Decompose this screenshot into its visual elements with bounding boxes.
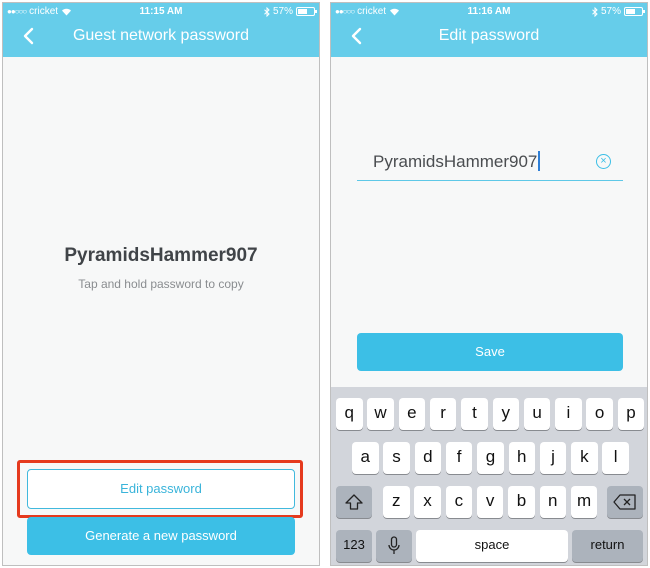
key-u[interactable]: u bbox=[523, 398, 551, 430]
key-l-label: l bbox=[613, 447, 618, 466]
password-input[interactable]: PyramidsHammer907 × bbox=[357, 145, 623, 181]
backspace-key[interactable] bbox=[607, 486, 643, 518]
space-key-label: space bbox=[474, 537, 510, 552]
key-w[interactable]: w bbox=[367, 398, 394, 430]
key-n-label: n bbox=[548, 491, 558, 510]
key-x[interactable]: x bbox=[414, 486, 441, 518]
nav-header: ●●○○○ cricket 11:15 AM 57% Guest network… bbox=[3, 3, 319, 57]
battery-icon bbox=[624, 7, 645, 16]
key-a[interactable]: a bbox=[352, 442, 379, 474]
bluetooth-icon bbox=[264, 6, 270, 17]
key-q-label: q bbox=[344, 403, 354, 422]
microphone-icon bbox=[388, 536, 400, 554]
key-g-label: g bbox=[485, 447, 496, 466]
key-r-label: r bbox=[440, 403, 446, 422]
key-p-label: p bbox=[626, 403, 636, 422]
key-y[interactable]: y bbox=[492, 398, 519, 430]
key-k-label: k bbox=[580, 447, 589, 466]
key-d-label: d bbox=[423, 447, 433, 466]
key-c[interactable]: c bbox=[445, 486, 473, 518]
key-q[interactable]: q bbox=[336, 398, 363, 430]
key-g[interactable]: g bbox=[477, 442, 504, 474]
key-k[interactable]: k bbox=[571, 442, 598, 474]
key-a-label: a bbox=[360, 447, 370, 466]
key-f[interactable]: f bbox=[445, 442, 473, 474]
key-j-label: j bbox=[551, 447, 555, 466]
return-key[interactable]: return bbox=[572, 530, 643, 562]
key-t[interactable]: t bbox=[461, 398, 488, 430]
key-c-label: c bbox=[454, 491, 464, 510]
key-m[interactable]: m bbox=[570, 486, 598, 518]
key-v-label: v bbox=[485, 491, 495, 510]
edit-password-button[interactable]: Edit password bbox=[27, 469, 295, 509]
key-m-label: m bbox=[576, 491, 592, 510]
copy-hint: Tap and hold password to copy bbox=[78, 277, 244, 291]
key-z-label: z bbox=[392, 491, 401, 510]
key-t-label: t bbox=[472, 403, 477, 422]
key-b-label: b bbox=[516, 491, 527, 510]
key-z[interactable]: z bbox=[383, 486, 410, 518]
battery-icon bbox=[296, 7, 317, 16]
key-j[interactable]: j bbox=[539, 442, 567, 474]
key-o-label: o bbox=[594, 403, 605, 422]
key-s-label: s bbox=[392, 447, 401, 466]
battery-percent: 57% bbox=[600, 6, 621, 17]
password-display[interactable]: PyramidsHammer907 bbox=[3, 245, 319, 267]
key-h-label: h bbox=[517, 447, 527, 466]
status-bar: ●●○○○ cricket 11:16 AM 57% bbox=[331, 6, 647, 20]
numbers-key[interactable]: 123 bbox=[336, 530, 372, 562]
shift-icon bbox=[345, 494, 363, 510]
save-button[interactable]: Save bbox=[357, 333, 623, 371]
key-p[interactable]: p bbox=[617, 398, 645, 430]
text-caret bbox=[538, 151, 540, 171]
key-h[interactable]: h bbox=[508, 442, 535, 474]
space-key[interactable]: space bbox=[416, 530, 568, 562]
nav-header: ●●○○○ cricket 11:16 AM 57% Edit password bbox=[331, 3, 647, 57]
page-title: Edit password bbox=[438, 27, 540, 44]
backspace-icon bbox=[613, 494, 636, 510]
return-key-label: return bbox=[590, 537, 625, 552]
key-i-label: i bbox=[566, 403, 571, 422]
key-l[interactable]: l bbox=[602, 442, 629, 474]
key-e[interactable]: e bbox=[398, 398, 426, 430]
clear-icon[interactable]: × bbox=[596, 154, 611, 169]
shift-key[interactable] bbox=[336, 486, 372, 518]
key-e-label: e bbox=[407, 403, 417, 422]
guest-password-screen: ●●○○○ cricket 11:15 AM 57% Guest network… bbox=[2, 2, 320, 566]
edit-password-screen: ●●○○○ cricket 11:16 AM 57% Edit password… bbox=[330, 2, 648, 566]
generate-password-button[interactable]: Generate a new password bbox=[27, 517, 295, 555]
key-s[interactable]: s bbox=[383, 442, 410, 474]
key-y-label: y bbox=[501, 403, 511, 422]
key-i[interactable]: i bbox=[555, 398, 582, 430]
key-w-label: w bbox=[374, 403, 387, 422]
key-v[interactable]: v bbox=[476, 486, 504, 518]
bluetooth-icon bbox=[592, 6, 598, 17]
numbers-key-label: 123 bbox=[343, 537, 365, 552]
key-r[interactable]: r bbox=[429, 398, 457, 430]
status-bar: ●●○○○ cricket 11:15 AM 57% bbox=[3, 6, 319, 20]
key-x-label: x bbox=[423, 491, 432, 510]
key-n[interactable]: n bbox=[539, 486, 566, 518]
key-o[interactable]: o bbox=[586, 398, 613, 430]
keyboard: q w e r t y u i o p a s d f g h j k l z x c v b n m 123 space return bbox=[331, 387, 647, 565]
key-b[interactable]: b bbox=[508, 486, 535, 518]
page-title: Guest network password bbox=[72, 27, 250, 44]
key-u-label: u bbox=[532, 403, 542, 422]
dictation-key[interactable] bbox=[376, 530, 412, 562]
battery-percent: 57% bbox=[272, 6, 293, 17]
password-input-value[interactable]: PyramidsHammer907 bbox=[373, 151, 540, 172]
key-d[interactable]: d bbox=[414, 442, 442, 474]
key-f-label: f bbox=[456, 447, 462, 466]
